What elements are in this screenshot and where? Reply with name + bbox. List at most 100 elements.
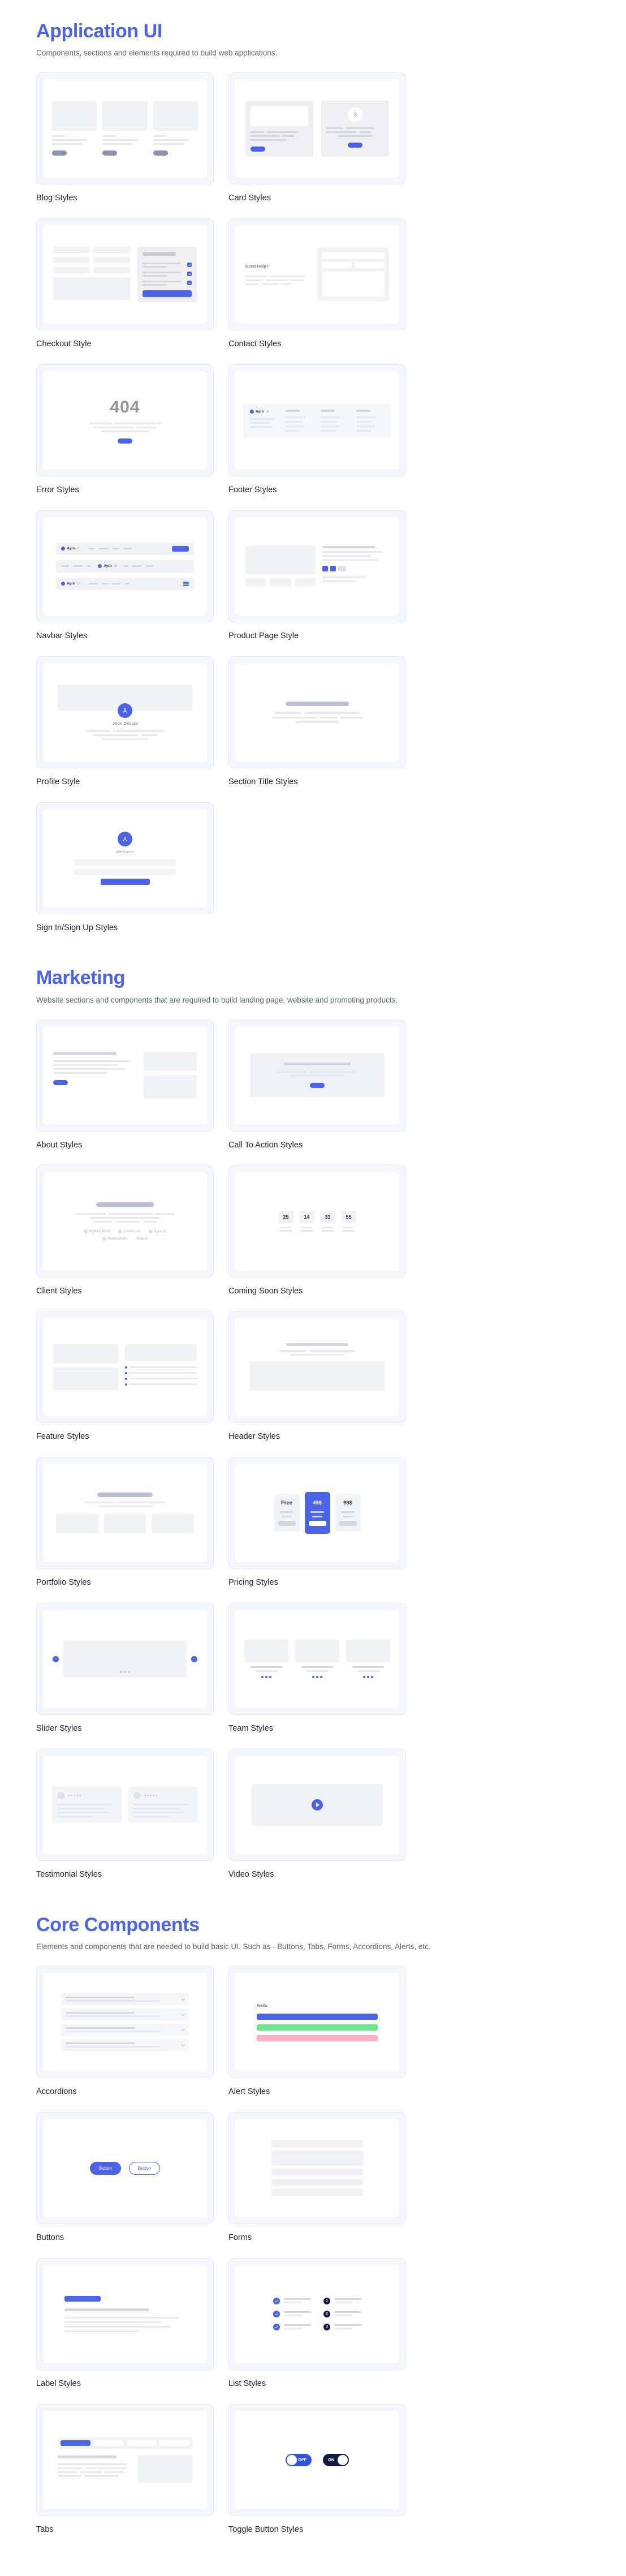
thumbnail-frame[interactable] xyxy=(228,656,406,768)
accordion-row[interactable] xyxy=(61,2009,189,2021)
thumbnail-frame[interactable]: Welcome xyxy=(36,802,214,914)
catalog-item-blog-styles[interactable]: Blog Styles xyxy=(36,72,214,204)
thumbnail-frame[interactable] xyxy=(36,2403,214,2516)
thumbnail-frame[interactable]: GRAYGRIDS Lineicons Ayro UI PlainAdmin U… xyxy=(36,1165,214,1278)
slider-dots[interactable] xyxy=(120,1671,130,1674)
thumbnail-frame[interactable] xyxy=(36,218,214,331)
hamburger-menu-icon[interactable] xyxy=(183,581,189,586)
column-title xyxy=(356,409,370,412)
text-line xyxy=(284,2328,302,2330)
thumbnail-frame[interactable]: Need Help? xyxy=(228,218,406,331)
thumbnail-frame[interactable]: Alerts xyxy=(228,1966,406,2079)
catalog-item-buttons[interactable]: Button Button Buttons xyxy=(36,2112,214,2243)
catalog-item-checkout-style[interactable]: Checkout Style xyxy=(36,218,214,350)
toggle-on[interactable]: ON xyxy=(323,2453,349,2466)
catalog-item-forms[interactable]: Forms xyxy=(228,2112,406,2243)
tab[interactable] xyxy=(126,2440,157,2446)
catalog-item-accordions[interactable]: Accordions xyxy=(36,1966,214,2097)
accordion-row[interactable] xyxy=(61,2024,189,2036)
primary-button[interactable]: Button xyxy=(89,2161,121,2175)
section-header: Core Components Elements and components … xyxy=(36,1914,590,1953)
social-icons[interactable] xyxy=(346,1676,390,1679)
catalog-item-slider-styles[interactable]: ‹ › Slider Styles xyxy=(36,1603,214,1734)
thumbnail-frame[interactable] xyxy=(228,1603,406,1715)
chevron-down-icon[interactable] xyxy=(181,2042,185,2047)
tab-active[interactable] xyxy=(61,2440,91,2446)
catalog-item-list-styles[interactable]: 1 2 3 List Styles xyxy=(228,2257,406,2389)
catalog-item-navbar-styles[interactable]: Ayro UI Ayro UI Ayro UI Navbar Styles xyxy=(36,510,214,642)
tab[interactable] xyxy=(93,2440,124,2446)
team-photo xyxy=(295,1640,339,1663)
thumbnail-frame[interactable]: Button Button xyxy=(36,2112,214,2224)
thumbnail-frame[interactable] xyxy=(228,1311,406,1424)
thumbnail-frame[interactable] xyxy=(36,1966,214,2079)
catalog-item-header-styles[interactable]: Header Styles xyxy=(228,1311,406,1442)
client-logo-row: PlainAdmin UIdeck xyxy=(56,1236,194,1241)
slider-prev-icon[interactable]: ‹ xyxy=(53,1655,59,1662)
thumbnail-frame[interactable]: 25 14 33 55 xyxy=(228,1165,406,1278)
chevron-down-icon[interactable] xyxy=(181,1997,185,2001)
thumbnail-frame[interactable] xyxy=(36,1019,214,1132)
thumbnail-frame[interactable] xyxy=(36,1457,214,1569)
thumbnail-frame[interactable]: Ayro UI xyxy=(228,364,406,477)
catalog-item-label-styles[interactable]: Label Styles xyxy=(36,2257,214,2389)
catalog-item-client-styles[interactable]: GRAYGRIDS Lineicons Ayro UI PlainAdmin U… xyxy=(36,1165,214,1297)
catalog-item-about-styles[interactable]: About Styles xyxy=(36,1019,214,1151)
social-icons[interactable] xyxy=(244,1676,288,1679)
catalog-item-testimonial-styles[interactable]: Testimonial Styles xyxy=(36,1748,214,1880)
accordion-row[interactable] xyxy=(61,1993,189,2006)
catalog-item-contact-styles[interactable]: Need Help? Contact Styles xyxy=(228,218,406,350)
catalog-item-section-title-styles[interactable]: Section Title Styles xyxy=(228,656,406,788)
chevron-down-icon[interactable] xyxy=(181,2027,185,2032)
chevron-down-icon[interactable] xyxy=(181,2012,185,2016)
thumbnail-frame[interactable] xyxy=(36,1311,214,1424)
catalog-item-card-styles[interactable]: Card Styles xyxy=(228,72,406,204)
accordion-row[interactable] xyxy=(61,2039,189,2052)
catalog-item-team-styles[interactable]: Team Styles xyxy=(228,1603,406,1734)
tab[interactable] xyxy=(159,2440,189,2446)
thumbnail-frame[interactable] xyxy=(36,1748,214,1861)
catalog-item-footer-styles[interactable]: Ayro UI Footer Styles xyxy=(228,364,406,496)
text-line xyxy=(102,143,133,145)
catalog-item-tabs[interactable]: Tabs xyxy=(36,2403,214,2535)
catalog-item-toggle-button-styles[interactable]: OFF ON Toggle Button Styles xyxy=(228,2403,406,2535)
thumbnail-frame[interactable]: ‹ › xyxy=(36,1603,214,1715)
catalog-item-pricing-styles[interactable]: Free 49$ 99$ Pricing Styles xyxy=(228,1457,406,1588)
catalog-item-feature-styles[interactable]: Feature Styles xyxy=(36,1311,214,1442)
catalog-item-coming-soon-styles[interactable]: 25 14 33 55 Coming Soon Styles xyxy=(228,1165,406,1297)
catalog-item-cta-styles[interactable]: Call To Action Styles xyxy=(228,1019,406,1151)
catalog-item-sign-in-sign-up-styles[interactable]: Welcome Sign In/Sign Up Styles xyxy=(36,802,214,934)
thumbnail-frame[interactable]: Free 49$ 99$ xyxy=(228,1457,406,1569)
play-button-icon[interactable] xyxy=(312,1799,323,1810)
thumbnail-frame[interactable] xyxy=(228,72,406,185)
catalog-item-product-page-style[interactable]: Product Page Style xyxy=(228,510,406,642)
catalog-item-video-styles[interactable]: Video Styles xyxy=(228,1748,406,1880)
slider-next-icon[interactable]: › xyxy=(191,1655,197,1662)
thumbnail-frame[interactable]: OFF ON xyxy=(228,2403,406,2516)
toggle-off[interactable]: OFF xyxy=(286,2453,312,2466)
thumbnail-frame[interactable]: Jhon Desuja xyxy=(36,656,214,768)
client-logo-label: GRAYGRIDS xyxy=(88,1229,111,1233)
catalog-item-profile-style[interactable]: Jhon Desuja Profile Style xyxy=(36,656,214,788)
thumbnail-frame[interactable]: 404 xyxy=(36,364,214,477)
thumbnail-frame[interactable] xyxy=(228,2112,406,2224)
checkbox-icon[interactable] xyxy=(187,281,192,286)
thumbnail-frame[interactable]: 1 2 3 xyxy=(228,2257,406,2370)
checkbox-icon[interactable] xyxy=(187,272,192,277)
social-icons[interactable] xyxy=(295,1676,339,1679)
catalog-item-alert-styles[interactable]: Alerts Alert Styles xyxy=(228,1966,406,2097)
thumbnail-frame[interactable] xyxy=(36,72,214,185)
thumbnail-frame[interactable] xyxy=(228,1748,406,1861)
thumbnail-frame[interactable] xyxy=(228,510,406,622)
thumbnail-frame[interactable]: Ayro UI Ayro UI Ayro UI xyxy=(36,510,214,622)
thumbnail-frame[interactable] xyxy=(228,1019,406,1132)
text-line xyxy=(343,1516,353,1518)
catalog-item-portfolio-styles[interactable]: Portfolio Styles xyxy=(36,1457,214,1588)
catalog-item-error-styles[interactable]: 404 Error Styles xyxy=(36,364,214,496)
outline-button[interactable]: Button xyxy=(129,2161,161,2175)
text-line xyxy=(250,425,273,428)
checkbox-icon[interactable] xyxy=(187,263,192,268)
thumbnail-frame[interactable] xyxy=(36,2257,214,2370)
text-line xyxy=(279,1350,306,1352)
form-field xyxy=(93,247,130,253)
